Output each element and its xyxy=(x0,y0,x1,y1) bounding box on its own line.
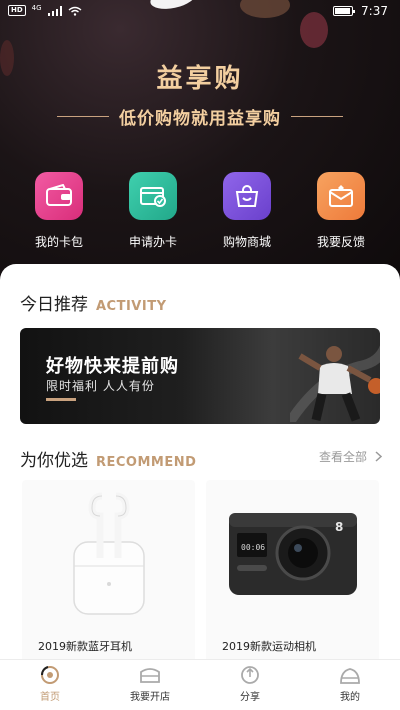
main-panel: 今日推荐 ACTIVITY 好物快来提前购 限时福利 人人有份 为你优选 REC… xyxy=(0,264,400,659)
profile-icon xyxy=(340,668,360,684)
shopping-bag-icon xyxy=(223,172,271,220)
basketball-player-image xyxy=(290,345,380,422)
product-name: 2019新款蓝牙耳机 xyxy=(38,640,132,653)
see-all-label: 查看全部 xyxy=(318,450,367,464)
camera-model-badge: 8 xyxy=(335,520,343,534)
slogan: 低价购物就用益享购 xyxy=(119,109,281,129)
tab-profile[interactable]: 我的 xyxy=(300,660,400,710)
quick-nav-label: 我的卡包 xyxy=(34,235,83,249)
product-card[interactable]: 2019新款蓝牙耳机 xyxy=(22,480,195,659)
wallet-icon xyxy=(35,172,83,220)
product-list: 2019新款蓝牙耳机 00:06 8 2019新款运动相机 xyxy=(22,480,382,659)
chevron-right-icon xyxy=(375,451,382,462)
earbuds-icon xyxy=(22,480,195,625)
divider-line xyxy=(291,116,343,117)
banner-title: 好物快来提前购 xyxy=(46,356,179,377)
quick-nav-label: 购物商城 xyxy=(222,235,271,249)
section-header-recommend: 为你优选 RECOMMEND xyxy=(20,446,196,471)
battery-icon xyxy=(333,6,356,16)
quick-nav: 我的卡包 申请办卡 购物商城 我要反馈 xyxy=(0,172,400,250)
credit-card-icon xyxy=(129,172,177,220)
wifi-icon xyxy=(68,6,82,16)
promo-banner[interactable]: 好物快来提前购 限时福利 人人有份 xyxy=(20,328,380,424)
see-all-link[interactable]: 查看全部 xyxy=(319,448,382,465)
tab-label: 我的 xyxy=(340,692,360,703)
store-icon xyxy=(140,668,160,683)
share-icon xyxy=(241,666,259,684)
section-header-today: 今日推荐 ACTIVITY xyxy=(20,290,167,315)
quick-nav-label: 申请办卡 xyxy=(128,235,177,249)
tab-home[interactable]: 首页 xyxy=(0,660,100,710)
tab-bar: 首页 我要开店 分享 我的 xyxy=(0,659,400,710)
action-camera-icon: 00:06 8 xyxy=(206,480,379,625)
tab-share[interactable]: 分享 xyxy=(200,660,300,710)
product-card[interactable]: 00:06 8 2019新款运动相机 xyxy=(206,480,379,659)
slogan-row: 低价购物就用益享购 xyxy=(0,104,400,129)
quick-nav-apply-card[interactable]: 申请办卡 xyxy=(118,172,188,250)
divider-line xyxy=(57,116,109,117)
tab-label: 我要开店 xyxy=(130,692,170,703)
quick-nav-shopping-mall[interactable]: 购物商城 xyxy=(212,172,282,250)
header: HD 4G 7:37 益享购 低价购物就用益享购 我的卡包 申请办卡 购物商城 … xyxy=(0,0,400,290)
hd-badge: HD xyxy=(8,5,26,16)
banner-accent-bar xyxy=(46,398,76,401)
app-title: 益享购 xyxy=(156,64,244,94)
section-title: 今日推荐 xyxy=(20,295,88,315)
tab-label: 首页 xyxy=(40,692,60,703)
quick-nav-feedback[interactable]: 我要反馈 xyxy=(306,172,376,250)
status-bar: HD 4G 7:37 xyxy=(0,0,400,24)
clock: 7:37 xyxy=(361,4,388,18)
product-name: 2019新款运动相机 xyxy=(222,640,316,653)
quick-nav-my-cards[interactable]: 我的卡包 xyxy=(24,172,94,250)
section-title: 为你优选 xyxy=(20,451,88,471)
network-type: 4G xyxy=(31,3,42,12)
section-subtitle: RECOMMEND xyxy=(96,455,197,470)
svg-text:00:06: 00:06 xyxy=(241,543,265,552)
section-subtitle: ACTIVITY xyxy=(96,299,167,314)
home-icon xyxy=(41,666,59,684)
feedback-envelope-icon xyxy=(317,172,365,220)
tab-open-store[interactable]: 我要开店 xyxy=(100,660,200,710)
signal-icon xyxy=(47,5,62,16)
quick-nav-label: 我要反馈 xyxy=(316,235,365,249)
banner-subtitle: 限时福利 人人有份 xyxy=(46,379,155,393)
tab-label: 分享 xyxy=(240,692,260,703)
